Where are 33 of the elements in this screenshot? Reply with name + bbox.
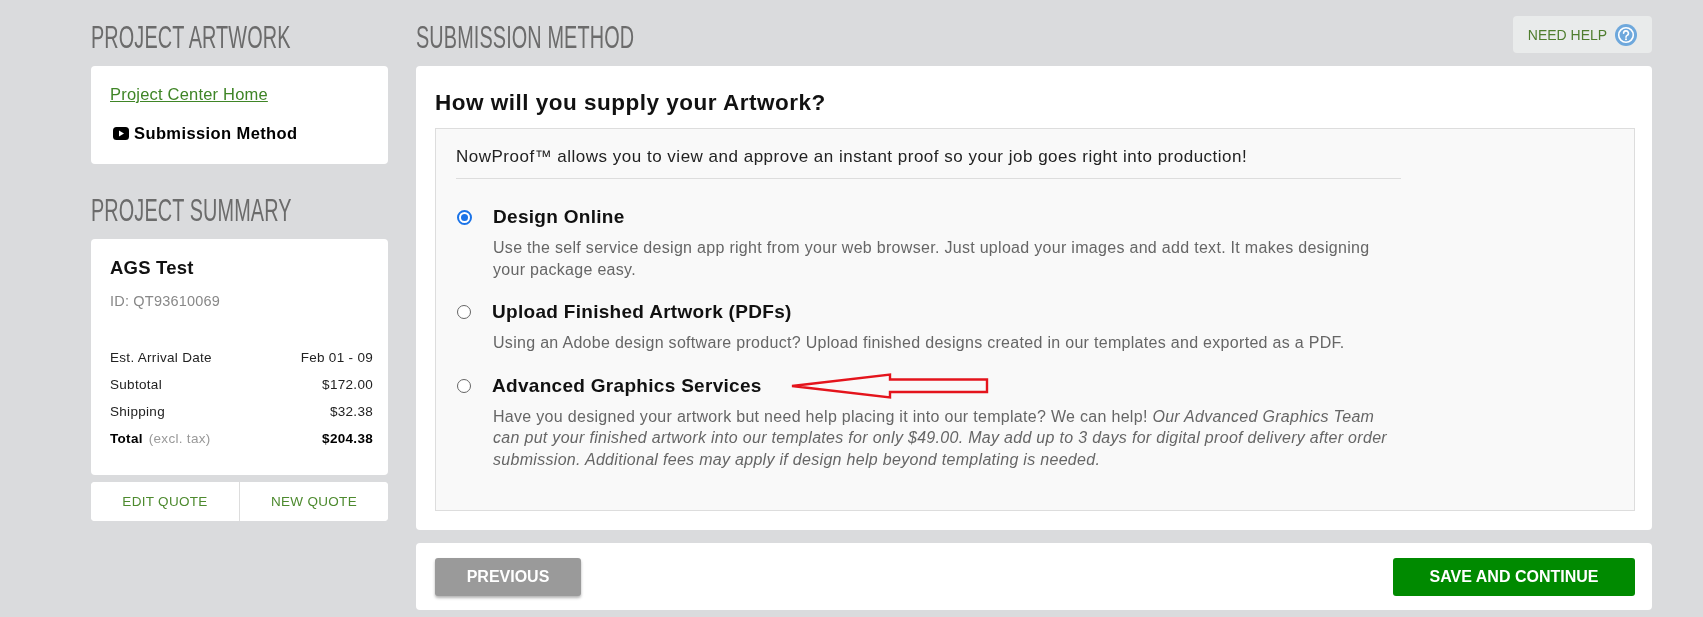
intro-text: NowProof™ allows you to view and approve an instant proof so your job goes right into production! xyxy=(456,145,1401,179)
radio-button[interactable] xyxy=(457,305,471,319)
quote-button[interactable]: NEW QUOTE xyxy=(239,482,388,521)
help-button[interactable]: NEED HELP xyxy=(1513,16,1652,53)
summary-label: Total xyxy=(110,430,143,448)
section-heading: SUBMISSION METHOD xyxy=(416,21,635,53)
project-id: ID: QT93610069 xyxy=(110,292,221,311)
option-label[interactable]: Advanced Graphics Services xyxy=(492,372,762,399)
previous-button[interactable]: PREVIOUS xyxy=(435,558,581,596)
summary-value: $32.38 xyxy=(329,403,373,421)
card-title: How will you supply your Artwork? xyxy=(435,89,827,117)
option-label[interactable]: Upload Finished Artwork (PDFs) xyxy=(492,299,792,325)
radio-button[interactable] xyxy=(457,378,471,393)
summary-value: $204.38 xyxy=(322,430,373,448)
radio-button[interactable] xyxy=(457,209,472,225)
option-label[interactable]: Design Online xyxy=(493,204,625,230)
section-heading: PROJECT SUMMARY xyxy=(91,194,292,226)
summary-value: $172.00 xyxy=(322,376,373,394)
help-icon xyxy=(1615,23,1638,46)
nav-link[interactable]: Project Center Home xyxy=(110,83,268,105)
option-description: Using an Adobe design software product? Upload finished designs created in our templates and exported as a PDF. xyxy=(493,333,1346,353)
tax-note: (excl. tax) xyxy=(148,430,211,448)
summary-label: Shipping xyxy=(110,403,165,421)
project-name: AGS Test xyxy=(110,256,195,280)
section-heading: PROJECT ARTWORK xyxy=(91,21,291,53)
option-description: Have you designed your artwork but need help placing it into our template? We can help! Our Advanced Graphics Team can put your finished artwork into our templates for only $49.00. May add up to 3 days for digital proof delivery after order submission. Additional fees may apply if design help beyond templating is needed. xyxy=(493,406,1388,470)
summary-label: Subtotal xyxy=(110,376,162,394)
summary-label: Est. Arrival Date xyxy=(110,349,212,367)
summary-value: Feb 01 - 09 xyxy=(300,349,373,367)
option-description: Use the self service design app right from your web browser. Just upload your images and add text. It makes designing your package easy. xyxy=(493,238,1371,280)
play-icon xyxy=(113,126,129,140)
nav-item[interactable]: Submission Method xyxy=(110,122,298,144)
continue-button[interactable]: SAVE AND CONTINUE xyxy=(1393,558,1635,596)
